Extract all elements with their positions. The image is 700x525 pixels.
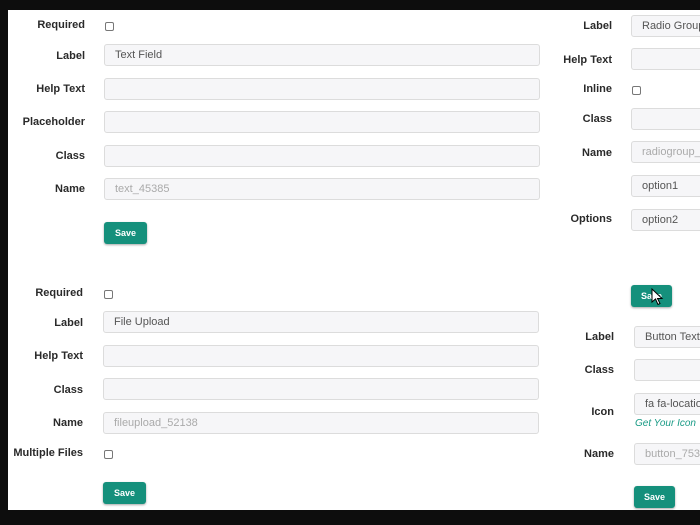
option-input-1[interactable]: option1 (631, 175, 700, 197)
label-label: Label (585, 331, 614, 343)
save-button[interactable]: Save (104, 222, 148, 244)
required-label: Required (37, 19, 85, 31)
help-text-label: Help Text (34, 350, 83, 362)
help-text-label: Help Text (563, 54, 612, 66)
label-label: Label (583, 20, 612, 32)
required-checkbox[interactable] (104, 290, 113, 299)
name-label: Name (55, 183, 85, 195)
class-label: Class (53, 384, 83, 396)
label-input[interactable]: File Upload (103, 311, 539, 333)
label-input[interactable]: Radio Group (631, 15, 700, 37)
label-input[interactable]: Button Text (634, 326, 700, 348)
inline-checkbox[interactable] (632, 86, 641, 95)
name-label: Name (582, 147, 612, 159)
class-input[interactable] (104, 145, 540, 167)
help-text-input[interactable] (104, 78, 540, 100)
icon-input[interactable]: fa fa-location (634, 393, 700, 415)
name-label: Name (53, 417, 83, 429)
option-input-2[interactable]: option2 (631, 209, 700, 231)
get-icon-link[interactable]: Get Your Icon (635, 418, 696, 429)
save-button[interactable]: Save (103, 482, 147, 504)
name-input[interactable]: fileupload_52138 (103, 412, 539, 434)
label-label: Label (56, 50, 85, 62)
class-input[interactable] (634, 359, 700, 381)
required-checkbox[interactable] (105, 22, 114, 31)
help-text-label: Help Text (36, 83, 85, 95)
name-input[interactable]: button_753 (634, 443, 700, 465)
options-label: Options (570, 213, 612, 225)
name-label: Name (584, 448, 614, 460)
multiple-files-label: Multiple Files (13, 447, 83, 459)
name-input[interactable]: text_45385 (104, 178, 540, 200)
name-input[interactable]: radiogroup_ (631, 141, 700, 163)
label-label: Label (54, 317, 83, 329)
class-label: Class (582, 113, 612, 125)
inline-label: Inline (583, 83, 612, 95)
class-input[interactable] (103, 378, 539, 400)
class-input[interactable] (631, 108, 700, 130)
save-button[interactable]: Save (634, 486, 675, 508)
required-label: Required (35, 287, 83, 299)
mouse-cursor-icon (651, 288, 664, 306)
placeholder-label: Placeholder (22, 116, 85, 128)
multiple-files-checkbox[interactable] (104, 450, 113, 459)
help-text-input[interactable] (103, 345, 539, 367)
label-input[interactable]: Text Field (104, 44, 540, 66)
class-label: Class (55, 150, 85, 162)
icon-label: Icon (591, 406, 614, 418)
help-text-input[interactable] (631, 48, 700, 70)
form-builder-canvas: Required Label Text Field Help Text Plac… (8, 10, 700, 510)
placeholder-input[interactable] (104, 111, 540, 133)
class-label: Class (584, 364, 614, 376)
